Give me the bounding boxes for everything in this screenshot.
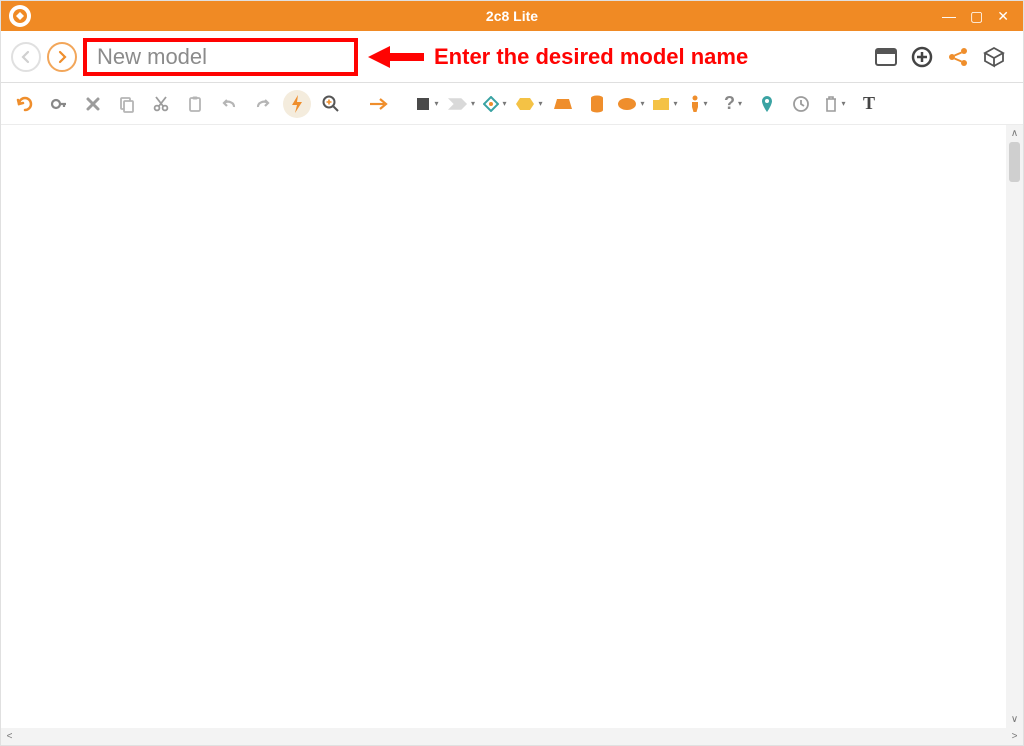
minimize-button[interactable]: — [942, 9, 956, 23]
annotation-text: Enter the desired model name [434, 44, 748, 70]
vertical-scroll-thumb[interactable] [1009, 142, 1020, 182]
annotation-arrow-icon [368, 46, 424, 68]
clock-tool[interactable] [787, 90, 815, 118]
key-button[interactable] [45, 90, 73, 118]
square-shape-tool[interactable]: ▾ [413, 90, 441, 118]
model-name-input[interactable] [83, 38, 358, 76]
history-nav [11, 42, 77, 72]
cut-button[interactable] [147, 90, 175, 118]
top-actions [873, 44, 1013, 70]
cylinder-shape-tool[interactable] [583, 90, 611, 118]
refresh-button[interactable] [11, 90, 39, 118]
hexagon-shape-tool[interactable]: ▾ [515, 90, 543, 118]
panel-toggle-button[interactable] [873, 44, 899, 70]
folder-shape-tool[interactable]: ▾ [651, 90, 679, 118]
text-tool[interactable]: T [855, 90, 883, 118]
question-tool[interactable]: ?▾ [719, 90, 747, 118]
zoom-in-button[interactable] [317, 90, 345, 118]
model-name-field-wrap [83, 38, 358, 76]
top-bar: Enter the desired model name [1, 31, 1023, 83]
annotation-callout: Enter the desired model name [368, 44, 748, 70]
trash-tool[interactable]: ▾ [821, 90, 849, 118]
pin-tool[interactable] [753, 90, 781, 118]
chevron-shape-tool[interactable]: ▾ [447, 90, 475, 118]
undo-button[interactable] [215, 90, 243, 118]
trapezoid-shape-tool[interactable] [549, 90, 577, 118]
diamond-shape-tool[interactable]: ▾ [481, 90, 509, 118]
person-shape-tool[interactable]: ▾ [685, 90, 713, 118]
scroll-left-button[interactable]: < [1, 728, 18, 745]
paste-button[interactable] [181, 90, 209, 118]
app-window: 2c8 Lite — ▢ ✕ Enter the desired model n… [0, 0, 1024, 746]
redo-button[interactable] [249, 90, 277, 118]
share-button[interactable] [945, 44, 971, 70]
close-button[interactable]: ✕ [997, 9, 1009, 23]
ellipse-shape-tool[interactable]: ▾ [617, 90, 645, 118]
cube-button[interactable] [981, 44, 1007, 70]
window-controls: — ▢ ✕ [942, 9, 1023, 23]
maximize-button[interactable]: ▢ [970, 9, 983, 23]
horizontal-scrollbar[interactable]: < > [1, 728, 1023, 745]
title-bar: 2c8 Lite — ▢ ✕ [1, 1, 1023, 31]
vertical-scrollbar[interactable]: ∧ ∨ [1006, 125, 1023, 728]
app-title: 2c8 Lite [1, 8, 1023, 24]
add-button[interactable] [909, 44, 935, 70]
back-button[interactable] [11, 42, 41, 72]
scroll-up-button[interactable]: ∧ [1006, 125, 1023, 142]
canvas[interactable]: ∧ ∨ < > [1, 125, 1023, 745]
delete-button[interactable] [79, 90, 107, 118]
bolt-button[interactable] [283, 90, 311, 118]
forward-button[interactable] [47, 42, 77, 72]
scroll-right-button[interactable]: > [1006, 728, 1023, 745]
toolbar: ▾ ▾ ▾ ▾ ▾ ▾ ▾ ?▾ ▾ T [1, 83, 1023, 125]
scroll-down-button[interactable]: ∨ [1006, 711, 1023, 728]
copy-button[interactable] [113, 90, 141, 118]
arrow-tool[interactable] [365, 90, 393, 118]
app-logo-icon [9, 5, 31, 27]
